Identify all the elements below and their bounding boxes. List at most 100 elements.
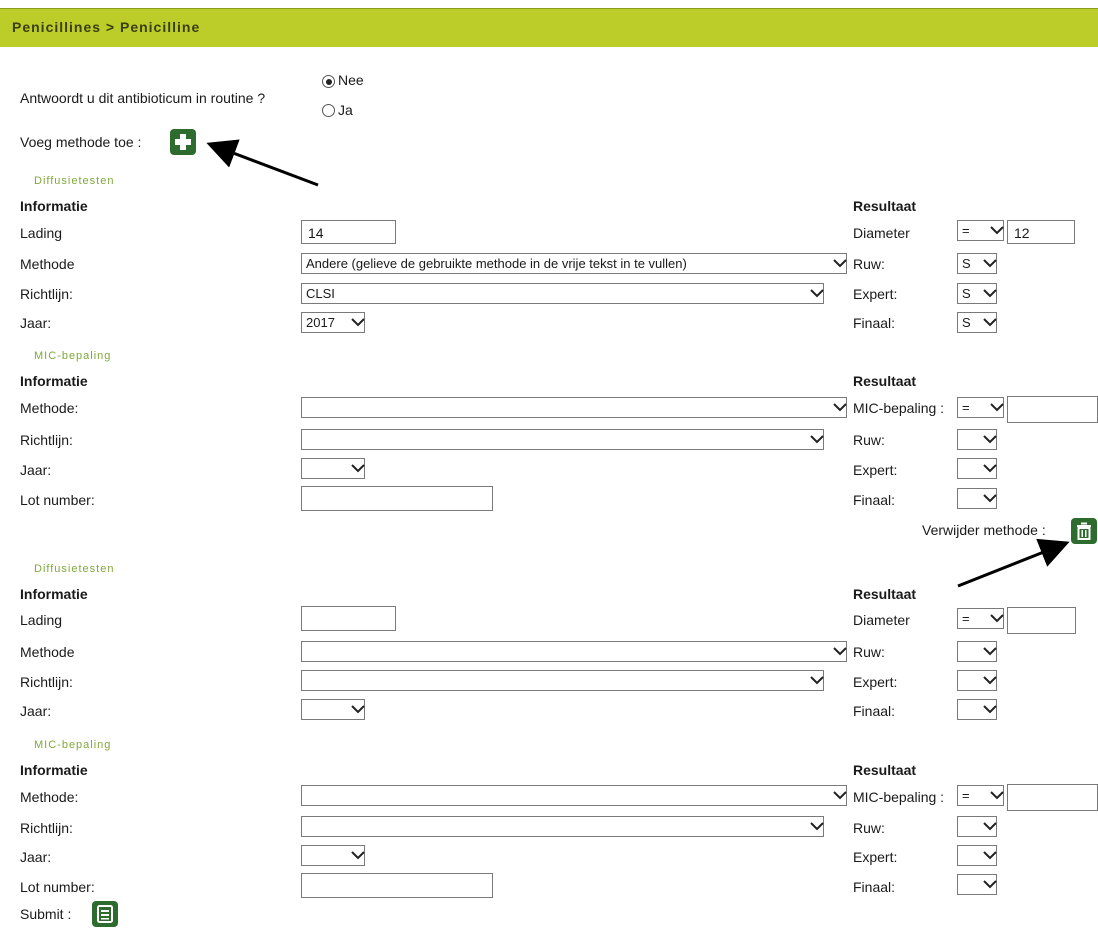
info-heading: Informatie (20, 198, 88, 214)
jaar-select[interactable] (301, 458, 365, 479)
jaar-select[interactable] (301, 845, 365, 866)
methode-label: Methode (20, 644, 75, 660)
ruw-select[interactable]: S (957, 253, 997, 274)
finaal-label: Finaal: (853, 492, 896, 508)
lading-input[interactable] (301, 606, 396, 631)
chevron-down-icon (983, 464, 997, 473)
chevron-down-icon (810, 435, 824, 444)
richtlijn-select[interactable] (301, 816, 824, 837)
expert-select[interactable] (957, 670, 997, 691)
chevron-down-icon (983, 435, 997, 444)
jaar-select[interactable] (301, 699, 365, 720)
chevron-down-icon (983, 289, 997, 298)
expert-select[interactable]: S (957, 283, 997, 304)
finaal-select[interactable] (957, 699, 997, 720)
jaar-label: Jaar: (20, 315, 52, 331)
chevron-down-icon (351, 851, 365, 860)
lot-number-label: Lot number: (20, 879, 95, 895)
richtlijn-select[interactable] (301, 429, 824, 450)
jaar-label: Jaar: (20, 849, 52, 865)
methode-label: Methode: (20, 400, 79, 416)
result-heading: Resultaat (853, 762, 917, 778)
chevron-down-icon (983, 705, 997, 714)
lot-number-input[interactable] (301, 873, 493, 898)
ruw-label: Ruw: (853, 644, 885, 660)
chevron-down-icon (833, 259, 847, 268)
info-heading: Informatie (20, 586, 88, 602)
richtlijn-label: Richtlijn: (20, 674, 73, 690)
mic-input[interactable] (1007, 784, 1098, 811)
mic-operator-select[interactable]: = (957, 785, 1004, 806)
chevron-down-icon (810, 822, 824, 831)
expert-select[interactable] (957, 458, 997, 479)
diameter-label: Diameter (853, 225, 910, 241)
submit-button[interactable] (92, 901, 118, 927)
chevron-down-icon (351, 464, 365, 473)
ruw-select[interactable] (957, 816, 997, 837)
section-title-diffusie-1: Diffusietesten (34, 175, 115, 187)
ruw-select[interactable] (957, 641, 997, 662)
jaar-select[interactable]: 2017 (301, 312, 365, 333)
chevron-down-icon (833, 403, 847, 412)
finaal-select[interactable] (957, 874, 997, 895)
chevron-down-icon (983, 676, 997, 685)
methode-select[interactable] (301, 641, 847, 662)
expert-label: Expert: (853, 849, 898, 865)
chevron-down-icon (990, 226, 1004, 235)
info-heading: Informatie (20, 373, 88, 389)
trash-icon (1077, 522, 1091, 540)
remove-method-button[interactable] (1071, 518, 1097, 544)
diameter-input[interactable]: 12 (1007, 220, 1075, 244)
mic-operator-select[interactable]: = (957, 397, 1004, 418)
mic-input[interactable] (1007, 396, 1098, 423)
submit-label: Submit : (20, 906, 72, 922)
lot-number-input[interactable] (301, 486, 493, 511)
chevron-down-icon (833, 791, 847, 800)
result-heading: Resultaat (853, 373, 917, 389)
mic-bepaling-label: MIC-bepaling : (853, 789, 945, 805)
lading-label: Lading (20, 225, 63, 241)
finaal-label: Finaal: (853, 315, 896, 331)
mic-bepaling-label: MIC-bepaling : (853, 400, 945, 416)
jaar-label: Jaar: (20, 703, 52, 719)
chevron-down-icon (983, 259, 997, 268)
richtlijn-label: Richtlijn: (20, 820, 73, 836)
remove-method-label: Verwijder methode : (922, 522, 1046, 538)
richtlijn-label: Richtlijn: (20, 432, 73, 448)
finaal-select[interactable]: S (957, 312, 997, 333)
methode-select[interactable]: Andere (gelieve de gebruikte methode in … (301, 253, 847, 274)
ruw-label: Ruw: (853, 256, 885, 272)
ruw-select[interactable] (957, 429, 997, 450)
expert-label: Expert: (853, 674, 898, 690)
section-title-mic-1: MIC-bepaling (34, 350, 112, 362)
richtlijn-label: Richtlijn: (20, 286, 73, 302)
richtlijn-select[interactable]: CLSI (301, 283, 824, 304)
diameter-operator-select[interactable]: = (957, 608, 1004, 629)
lading-input[interactable]: 14 (301, 220, 396, 244)
chevron-down-icon (810, 676, 824, 685)
chevron-down-icon (983, 647, 997, 656)
richtlijn-select[interactable] (301, 670, 824, 691)
chevron-down-icon (983, 822, 997, 831)
ruw-label: Ruw: (853, 432, 885, 448)
result-heading: Resultaat (853, 586, 917, 602)
chevron-down-icon (810, 289, 824, 298)
chevron-down-icon (351, 318, 365, 327)
diameter-operator-select[interactable]: = (957, 220, 1004, 241)
result-heading: Resultaat (853, 198, 917, 214)
methode-select[interactable] (301, 785, 847, 806)
finaal-label: Finaal: (853, 879, 896, 895)
form-icon (97, 905, 113, 923)
lading-label: Lading (20, 612, 63, 628)
section-title-mic-2: MIC-bepaling (34, 739, 112, 751)
expert-label: Expert: (853, 462, 898, 478)
chevron-down-icon (983, 494, 997, 503)
info-heading: Informatie (20, 762, 88, 778)
methode-select[interactable] (301, 397, 847, 418)
finaal-label: Finaal: (853, 703, 896, 719)
finaal-select[interactable] (957, 488, 997, 509)
chevron-down-icon (990, 791, 1004, 800)
expert-select[interactable] (957, 845, 997, 866)
expert-label: Expert: (853, 286, 898, 302)
diameter-input[interactable] (1007, 607, 1076, 634)
